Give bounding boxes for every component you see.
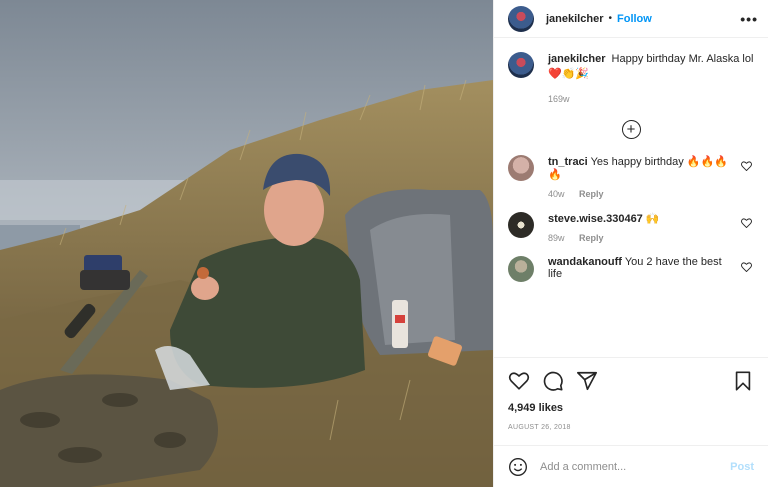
comment-username[interactable]: tn_traci (548, 156, 588, 168)
post-date[interactable]: AUGUST 26, 2018 (508, 424, 754, 431)
load-more-comments: + (508, 120, 754, 139)
likes-count[interactable]: 4,949 likes (508, 402, 754, 414)
comment-meta: 40w Reply (548, 189, 730, 199)
caption-time[interactable]: 169w (548, 94, 570, 104)
follow-button[interactable]: Follow (617, 13, 652, 25)
comment-icon[interactable] (542, 370, 564, 392)
comment-body: tn_traci Yes happy birthday 🔥🔥🔥🔥 40w Rep… (548, 155, 754, 199)
comment-item: steve.wise.330467 🙌 89w Reply (508, 212, 754, 243)
reply-button[interactable]: Reply (579, 189, 604, 199)
caption-meta: 169w (548, 94, 754, 104)
caption-text-block: janekilcher Happy birthday Mr. Alaska lo… (548, 52, 754, 82)
commenter-avatar[interactable] (508, 155, 534, 181)
comment-time[interactable]: 89w (548, 233, 565, 243)
comment-item: tn_traci Yes happy birthday 🔥🔥🔥🔥 40w Rep… (508, 155, 754, 199)
photo-illustration (0, 0, 493, 487)
smiley-icon[interactable] (508, 457, 528, 477)
post-header: janekilcher • Follow ••• (494, 0, 768, 38)
comment-input[interactable] (540, 460, 731, 473)
share-icon[interactable] (576, 370, 598, 392)
action-icons (508, 368, 754, 394)
caption: janekilcher Happy birthday Mr. Alaska lo… (508, 52, 754, 82)
comment-body: wandakanouff You 2 have the best life (548, 256, 754, 282)
small-heart-icon[interactable] (741, 262, 752, 275)
comments-list[interactable]: janekilcher Happy birthday Mr. Alaska lo… (494, 38, 768, 357)
comment-username[interactable]: steve.wise.330467 (548, 213, 643, 225)
commenter-avatar[interactable] (508, 256, 534, 282)
comment-text: 🙌 (645, 213, 660, 225)
comment-username[interactable]: wandakanouff (548, 256, 622, 268)
plus-circle-icon[interactable]: + (621, 120, 641, 139)
small-heart-icon[interactable] (741, 218, 752, 231)
add-comment-bar: Post (494, 445, 768, 487)
comment-time[interactable]: 40w (548, 189, 565, 199)
reply-button[interactable]: Reply (579, 233, 604, 243)
author-username[interactable]: janekilcher (546, 13, 603, 25)
more-options-icon[interactable]: ••• (740, 11, 758, 27)
instagram-post-view: janekilcher • Follow ••• janekilcher Hap… (0, 0, 768, 487)
bookmark-icon[interactable] (732, 370, 754, 392)
header-separator: • (608, 13, 612, 24)
comment-item: wandakanouff You 2 have the best life (508, 256, 754, 282)
comment-body: steve.wise.330467 🙌 89w Reply (548, 212, 754, 243)
small-heart-icon[interactable] (741, 161, 752, 174)
heart-icon[interactable] (508, 370, 530, 392)
post-side-panel: janekilcher • Follow ••• janekilcher Hap… (493, 0, 768, 487)
caption-username[interactable]: janekilcher (548, 53, 605, 65)
comment-meta: 89w Reply (548, 233, 730, 243)
commenter-avatar[interactable] (508, 212, 534, 238)
author-avatar[interactable] (508, 5, 534, 32)
post-actions: 4,949 likes AUGUST 26, 2018 (494, 357, 768, 431)
caption-author-avatar[interactable] (508, 52, 534, 78)
post-comment-button[interactable]: Post (730, 461, 754, 473)
post-photo[interactable] (0, 0, 493, 487)
